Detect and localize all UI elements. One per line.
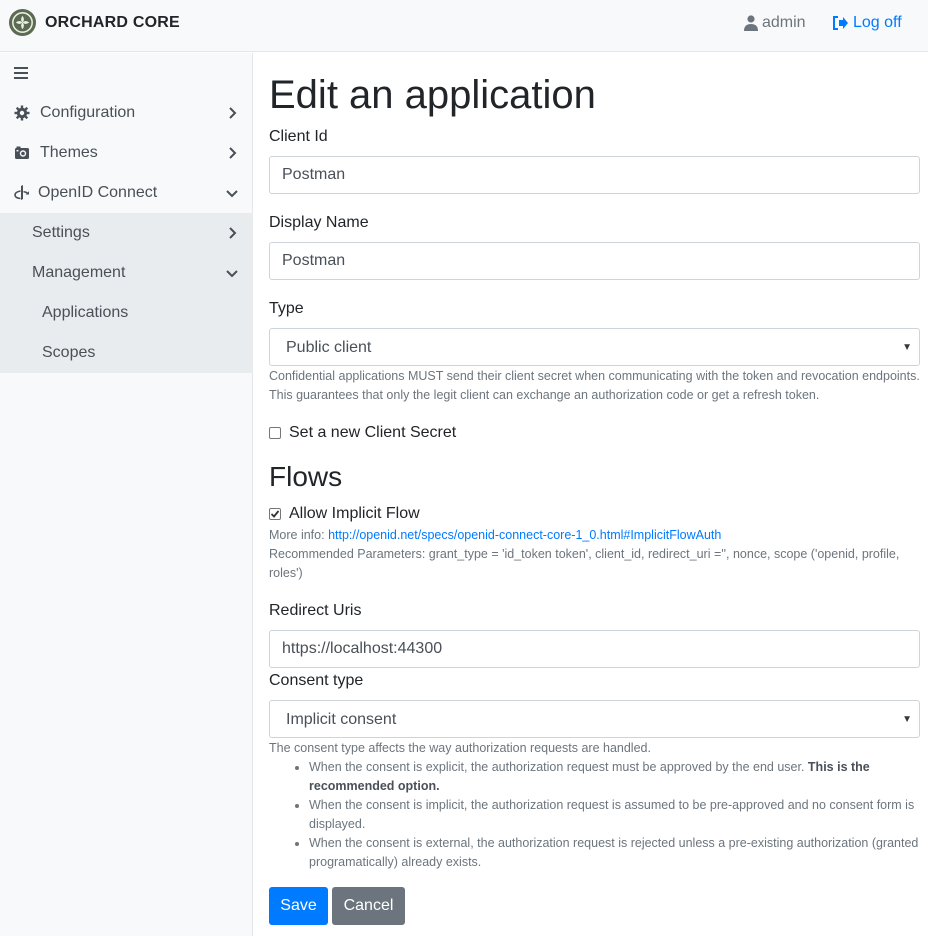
display-name-label: Display Name	[269, 214, 369, 231]
sign-out-icon	[833, 16, 848, 30]
implicit-flow-label: Allow Implicit Flow	[289, 505, 420, 522]
implicit-flow-more-info: More info: http://openid.net/specs/openi…	[269, 526, 920, 545]
sidebar-item-label: OpenID Connect	[38, 184, 158, 201]
sidebar-item-label: Configuration	[40, 104, 136, 121]
redirect-uris-label: Redirect Uris	[269, 602, 362, 619]
sidebar-item-settings[interactable]: Settings	[0, 213, 253, 253]
save-button[interactable]: Save	[269, 887, 328, 925]
sidebar: Configuration Themes OpenID Connect Sett	[0, 53, 253, 936]
user-icon	[744, 15, 758, 31]
new-client-secret-checkbox[interactable]	[269, 427, 281, 439]
sidebar-item-label: Scopes	[42, 344, 96, 361]
client-id-input[interactable]	[269, 156, 920, 194]
brand[interactable]: ORCHARD CORE	[8, 8, 180, 37]
new-client-secret-checkbox-row[interactable]: Set a new Client Secret	[269, 424, 456, 442]
chevron-right-icon	[229, 107, 237, 119]
consent-type-select-value: Implicit consent	[286, 711, 397, 728]
menu-toggle-icon[interactable]	[14, 67, 28, 79]
top-navbar: ORCHARD CORE admin Log off	[0, 0, 928, 52]
sidebar-item-configuration[interactable]: Configuration	[0, 93, 253, 133]
orchard-logo-icon	[8, 8, 37, 37]
new-client-secret-label: Set a new Client Secret	[289, 424, 457, 441]
implicit-flow-checkbox[interactable]	[269, 508, 281, 520]
consent-options-list: When the consent is explicit, the author…	[289, 758, 920, 872]
logoff-label: Log off	[853, 14, 902, 31]
sidebar-item-management[interactable]: Management	[0, 253, 253, 293]
type-label: Type	[269, 300, 304, 317]
list-item: When the consent is implicit, the author…	[309, 796, 920, 834]
caret-down-icon: ▼	[902, 714, 912, 725]
sidebar-item-scopes[interactable]: Scopes	[0, 333, 253, 373]
type-select[interactable]: Public client ▼	[269, 328, 920, 366]
type-help-text: Confidential applications MUST send thei…	[269, 369, 920, 402]
list-item: When the consent is external, the author…	[309, 834, 920, 872]
checkmark-icon	[270, 510, 280, 518]
camera-icon	[15, 146, 29, 159]
sidebar-item-openid-connect[interactable]: OpenID Connect	[0, 173, 253, 213]
user-menu[interactable]: admin	[744, 14, 806, 32]
sidebar-item-applications[interactable]: Applications	[0, 293, 253, 333]
redirect-uris-input[interactable]	[269, 630, 920, 668]
openid-icon	[14, 185, 29, 200]
sidebar-item-label: Settings	[32, 224, 90, 241]
client-id-label: Client Id	[269, 128, 328, 145]
list-item: When the consent is explicit, the author…	[309, 758, 920, 796]
brand-name: ORCHARD CORE	[45, 13, 180, 31]
user-name: admin	[762, 14, 806, 31]
consent-type-label: Consent type	[269, 672, 364, 689]
consent-explicit-text: When the consent is explicit, the author…	[309, 760, 808, 774]
page-title: Edit an application	[269, 73, 596, 117]
chevron-down-icon	[226, 270, 238, 278]
sidebar-item-themes[interactable]: Themes	[0, 133, 253, 173]
consent-type-select[interactable]: Implicit consent ▼	[269, 700, 920, 738]
more-info-prefix: More info:	[269, 528, 329, 542]
logoff-link[interactable]: Log off	[832, 14, 902, 32]
recommended-parameters: Recommended Parameters: grant_type = 'id…	[269, 547, 900, 580]
cancel-button[interactable]: Cancel	[332, 887, 405, 925]
display-name-input[interactable]	[269, 242, 920, 280]
sidebar-item-label: Themes	[40, 144, 98, 161]
chevron-right-icon	[229, 147, 237, 159]
sidebar-item-label: Management	[32, 264, 126, 281]
gear-icon	[14, 105, 30, 121]
implicit-flow-spec-link[interactable]: http://openid.net/specs/openid-connect-c…	[328, 528, 721, 542]
caret-down-icon: ▼	[902, 342, 912, 353]
flows-heading: Flows	[269, 461, 343, 492]
consent-help-text: The consent type affects the way authori…	[269, 741, 651, 755]
type-select-value: Public client	[286, 339, 372, 356]
implicit-flow-checkbox-row[interactable]: Allow Implicit Flow	[269, 505, 420, 523]
chevron-right-icon	[229, 227, 237, 239]
sidebar-item-label: Applications	[42, 304, 129, 321]
chevron-down-icon	[226, 190, 238, 198]
